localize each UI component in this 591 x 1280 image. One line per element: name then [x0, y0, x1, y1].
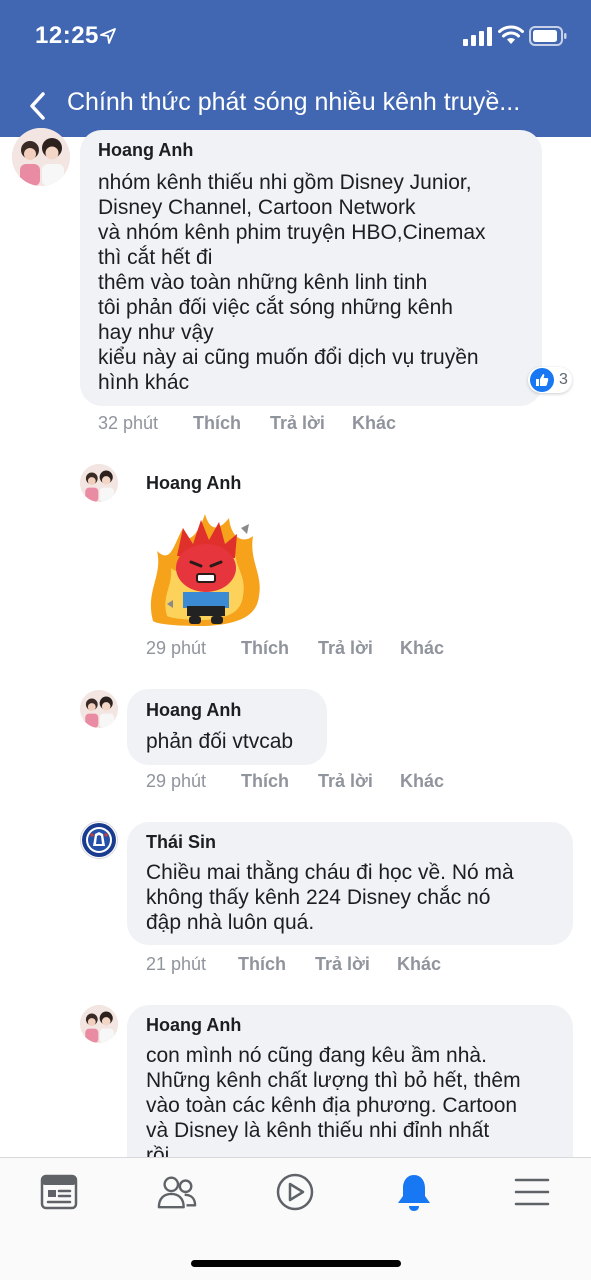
comment-author[interactable]: Hoang Anh — [98, 140, 193, 161]
menu-icon — [514, 1178, 550, 1206]
status-bar: 12:25 — [0, 0, 591, 70]
status-time: 12:25 — [35, 22, 99, 49]
comment-time: 32 phút — [98, 413, 159, 433]
news-feed-icon — [40, 1174, 78, 1210]
comment-time: 21 phút — [146, 954, 207, 974]
friends-icon — [157, 1176, 197, 1209]
back-button[interactable] — [22, 88, 52, 124]
comment-time: 29 phút — [146, 638, 207, 658]
tab-friends[interactable] — [157, 1172, 197, 1212]
comment-text: nhóm kênh thiếu nhi gồm Disney Junior, D… — [98, 171, 486, 394]
page-title: Chính thức phát sóng nhiều kênh truyề... — [67, 88, 521, 116]
app-header: 12:25 Chính thức phát sóng nhiều kênh tr — [0, 0, 591, 137]
avatar[interactable] — [80, 1005, 118, 1043]
reaction-count: 3 — [559, 371, 568, 388]
nav-bar: Chính thức phát sóng nhiều kênh truyề... — [0, 78, 591, 133]
tab-watch[interactable] — [275, 1172, 315, 1212]
like-button[interactable]: Thích — [241, 771, 289, 792]
reply-button[interactable]: Trả lời — [318, 638, 373, 659]
watch-icon — [276, 1173, 314, 1211]
battery-icon — [529, 26, 567, 46]
avatar[interactable] — [12, 128, 70, 186]
like-reaction-icon — [530, 368, 554, 392]
more-button[interactable]: Khác — [400, 771, 444, 792]
reply-button[interactable]: Trả lời — [318, 771, 373, 792]
cellular-signal-icon — [463, 27, 492, 46]
comment-time: 29 phút — [146, 771, 207, 791]
like-button[interactable]: Thích — [238, 954, 286, 975]
wifi-icon — [498, 25, 524, 44]
avatar[interactable] — [80, 464, 118, 502]
comment-author[interactable]: Hoang Anh — [146, 473, 241, 494]
like-button[interactable]: Thích — [241, 638, 289, 659]
comment-author[interactable]: Hoang Anh — [146, 1015, 241, 1036]
reaction-badge[interactable]: 3 — [528, 367, 572, 393]
more-button[interactable]: Khác — [400, 638, 444, 659]
comment-author[interactable]: Thái Sin — [146, 832, 216, 853]
more-button[interactable]: Khác — [397, 954, 441, 975]
comment-text: phản đối vtvcab — [146, 730, 294, 753]
notifications-icon — [398, 1175, 430, 1211]
like-button[interactable]: Thích — [193, 413, 241, 434]
sticker[interactable] — [143, 506, 268, 631]
tab-menu[interactable] — [512, 1172, 552, 1212]
comment-author[interactable]: Hoang Anh — [146, 700, 241, 721]
angry-boy-on-fire-sticker-icon — [150, 514, 260, 626]
reply-button[interactable]: Trả lời — [315, 954, 370, 975]
avatar[interactable] — [80, 821, 118, 859]
tab-news-feed[interactable] — [39, 1172, 79, 1212]
club-crest-icon — [82, 823, 116, 857]
comment-text: Chiều mai thằng cháu đi học về. Nó mà kh… — [146, 861, 514, 934]
reply-button[interactable]: Trả lời — [270, 413, 325, 434]
avatar[interactable] — [80, 690, 118, 728]
tab-notifications[interactable] — [394, 1172, 434, 1212]
more-button[interactable]: Khác — [352, 413, 396, 434]
chevron-left-icon — [30, 92, 45, 120]
comment-text: con mình nó cũng đang kêu ầm nhà. Những … — [146, 1044, 521, 1167]
home-indicator[interactable] — [191, 1260, 401, 1267]
location-arrow-icon — [100, 28, 116, 44]
